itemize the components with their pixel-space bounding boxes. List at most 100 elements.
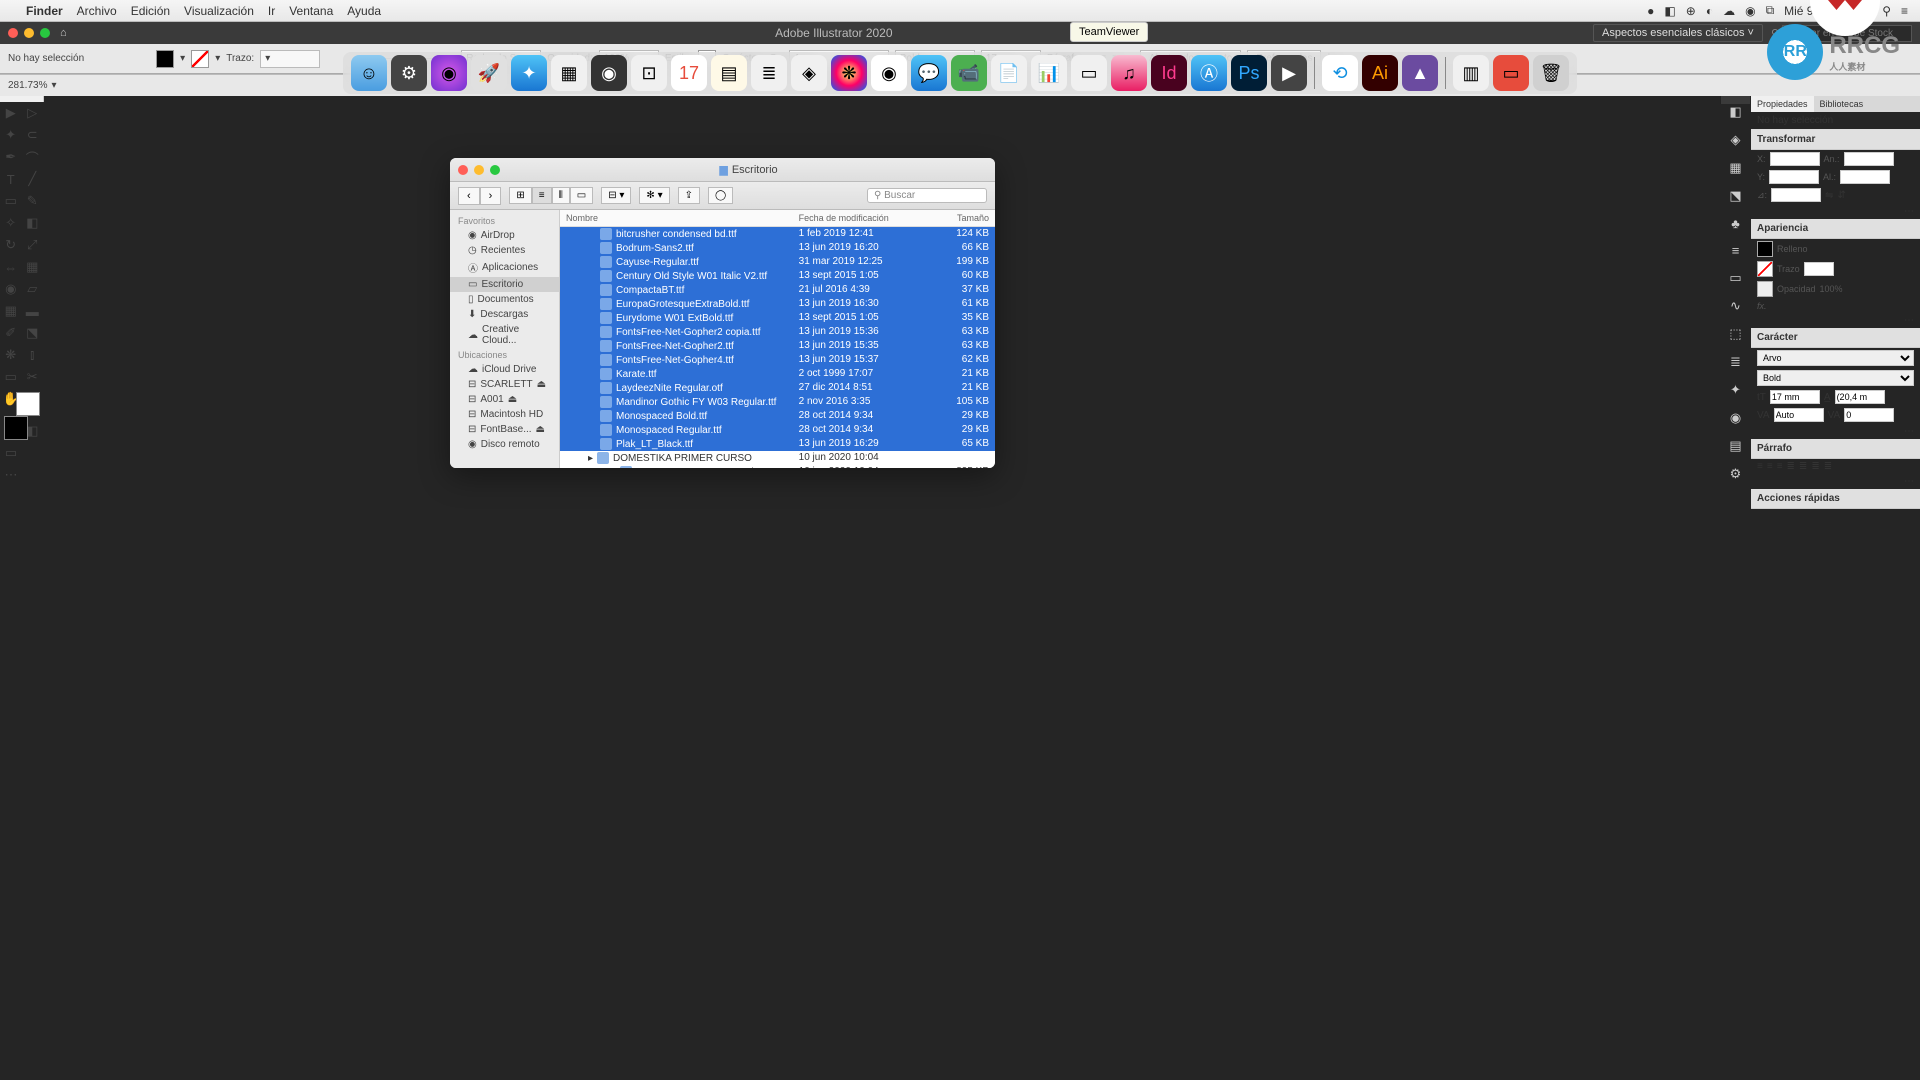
forward-button[interactable]: › — [480, 187, 502, 205]
more-options-icon[interactable]: ⋯ — [1904, 476, 1914, 487]
panel-icon[interactable]: ▦ — [1726, 160, 1746, 176]
justify-center-icon[interactable]: ≣ — [1799, 461, 1807, 472]
appstore-icon[interactable]: Ⓐ — [1191, 55, 1227, 91]
more-options-icon[interactable]: ⋯ — [1904, 426, 1914, 437]
file-row[interactable]: Mandinor Gothic FY W03 Regular.ttf2 nov … — [560, 395, 995, 409]
panel-icon[interactable]: ◧ — [1726, 104, 1746, 120]
file-row[interactable]: Century Old Style W01 Italic V2.ttf13 se… — [560, 269, 995, 283]
tab-properties[interactable]: Propiedades — [1751, 96, 1814, 112]
col-size[interactable]: Tamaño — [926, 213, 989, 223]
graph-tool[interactable]: ⫾ — [22, 344, 44, 366]
menu-visualizacion[interactable]: Visualización — [184, 4, 254, 18]
tracking-input[interactable] — [1844, 408, 1894, 422]
pages-icon[interactable]: 📄 — [991, 55, 1027, 91]
fill-swatch[interactable] — [156, 50, 174, 68]
file-row[interactable]: EuropaGrotesqueExtraBold.ttf13 jun 2019 … — [560, 297, 995, 311]
folder-icon[interactable]: ▭ — [1493, 55, 1529, 91]
sidebar-remote-disk[interactable]: ◉ Disco remoto — [450, 437, 559, 452]
perspective-tool[interactable]: ▱ — [22, 278, 44, 300]
messages-icon[interactable]: 💬 — [911, 55, 947, 91]
sidebar-downloads[interactable]: ⬇ Descargas — [450, 307, 559, 322]
menu-ventana[interactable]: Ventana — [289, 4, 333, 18]
file-row[interactable]: Monospaced Bold.ttf28 oct 2014 9:3429 KB — [560, 409, 995, 423]
pen-tool[interactable]: ✒ — [0, 146, 22, 168]
symbol-sprayer-tool[interactable]: ❋ — [0, 344, 22, 366]
eraser-tool[interactable]: ◧ — [22, 212, 44, 234]
workspace-switcher[interactable]: Aspectos esenciales clásicos ˅ — [1593, 24, 1763, 42]
maps-icon[interactable]: ◈ — [791, 55, 827, 91]
numbers-icon[interactable]: 📊 — [1031, 55, 1067, 91]
stroke-swatch[interactable] — [1757, 261, 1773, 277]
height-input[interactable] — [1840, 170, 1890, 184]
line-tool[interactable]: ╱ — [22, 168, 44, 190]
gradient-tool[interactable]: ▬ — [22, 300, 44, 322]
photos-icon[interactable]: ❋ — [831, 55, 867, 91]
panel-icon[interactable]: ◈ — [1726, 132, 1746, 148]
chevron-down-icon[interactable]: ▾ — [180, 53, 185, 64]
slice-tool[interactable]: ✂ — [22, 366, 44, 388]
status-icon[interactable]: ◉ — [1745, 4, 1755, 18]
file-row[interactable]: bitcrusher condensed bd.ttf1 feb 2019 12… — [560, 227, 995, 241]
status-icon[interactable]: ◧ — [1664, 4, 1675, 18]
tab-libraries[interactable]: Bibliotecas — [1814, 96, 1870, 112]
panel-icon[interactable]: ⬔ — [1726, 188, 1746, 204]
siri-icon[interactable]: ◉ — [431, 55, 467, 91]
indesign-icon[interactable]: Id — [1151, 55, 1187, 91]
menu-archivo[interactable]: Archivo — [77, 4, 117, 18]
share-button[interactable]: ⇪ — [678, 187, 700, 204]
quicktime-icon[interactable]: ▶ — [1271, 55, 1307, 91]
chevron-down-icon[interactable]: ▾ — [51, 80, 56, 91]
launchpad-icon[interactable]: 🚀 — [471, 55, 507, 91]
fill-swatch[interactable] — [1757, 241, 1773, 257]
finder-window-controls[interactable] — [458, 165, 500, 175]
file-row[interactable]: Eurydome W01 ExtBold.ttf13 sept 2015 1:0… — [560, 311, 995, 325]
paintbrush-tool[interactable]: ✎ — [22, 190, 44, 212]
chevron-down-icon[interactable]: ▾ — [215, 53, 220, 64]
notes-icon[interactable]: ▤ — [711, 55, 747, 91]
siri-icon[interactable]: ≡ — [1901, 4, 1908, 18]
folder-icon[interactable]: ▥ — [1453, 55, 1489, 91]
sidebar-applications[interactable]: Ⓐ Aplicaciones — [450, 258, 559, 277]
safari-icon[interactable]: ✦ — [511, 55, 547, 91]
action-button[interactable]: ✻ ▾ — [639, 187, 669, 204]
sidebar-airdrop[interactable]: ◉ AirDrop — [450, 228, 559, 243]
sidebar-recents[interactable]: ◷ Recientes — [450, 243, 559, 258]
x-input[interactable] — [1770, 152, 1820, 166]
sidebar-creative-cloud[interactable]: ☁ Creative Cloud... — [450, 322, 559, 348]
justify-all-icon[interactable]: ≣ — [1824, 461, 1832, 472]
more-options-icon[interactable]: ⋯ — [1904, 315, 1914, 326]
sidebar-documents[interactable]: ▯ Documentos — [450, 292, 559, 307]
file-row[interactable]: FontsFree-Net-Gopher2.ttf13 jun 2019 15:… — [560, 339, 995, 353]
back-button[interactable]: ‹ — [458, 187, 480, 205]
system-prefs-icon[interactable]: ⚙ — [391, 55, 427, 91]
folder-row[interactable]: ▸ DOMESTIKA PRIMER CURSO10 jun 2020 10:0… — [560, 451, 995, 465]
group-button[interactable]: ⊟ ▾ — [601, 187, 631, 204]
lasso-tool[interactable]: ⊂ — [22, 124, 44, 146]
obs-icon[interactable]: ◉ — [591, 55, 627, 91]
app-icon[interactable]: ▦ — [551, 55, 587, 91]
file-row[interactable]: LaydeezNite Regular.otf27 dic 2014 8:512… — [560, 381, 995, 395]
file-row[interactable]: Plak_LT_Black.ttf13 jun 2019 16:2965 KB — [560, 437, 995, 451]
direct-selection-tool[interactable]: ▷ — [22, 102, 44, 124]
reminders-icon[interactable]: ≣ — [751, 55, 787, 91]
panel-icon[interactable]: ⬚ — [1726, 326, 1746, 342]
active-app[interactable]: Finder — [26, 4, 63, 18]
curvature-tool[interactable]: ⌒ — [22, 146, 44, 168]
edit-toolbar-icon[interactable]: ⋯ — [0, 464, 22, 486]
panel-icon[interactable]: ∿ — [1726, 298, 1746, 314]
font-weight-select[interactable]: Bold — [1757, 370, 1914, 386]
rectangle-tool[interactable]: ▭ — [0, 190, 22, 212]
trash-icon[interactable]: 🗑 — [1533, 55, 1569, 91]
file-row[interactable]: FontsFree-Net-Gopher2 copia.ttf13 jun 20… — [560, 325, 995, 339]
finder-file-list[interactable]: NombreFecha de modificaciónTamaño bitcru… — [560, 210, 995, 468]
col-date[interactable]: Fecha de modificación — [799, 213, 926, 223]
rotate-tool[interactable]: ↻ — [0, 234, 22, 256]
icon-view[interactable]: ⊞ — [509, 187, 531, 204]
flip-h-icon[interactable]: ⇋ — [1825, 190, 1833, 201]
folder-row[interactable]: PRIMER DOCUMENTO.ai10 jun 2020 10:04895 … — [560, 465, 995, 468]
keynote-icon[interactable]: ▭ — [1071, 55, 1107, 91]
list-view[interactable]: ≡ — [532, 187, 552, 204]
file-row[interactable]: Monospaced Regular.ttf28 oct 2014 9:3429… — [560, 423, 995, 437]
status-icon[interactable]: ☁ — [1723, 4, 1735, 18]
photoshop-icon[interactable]: Ps — [1231, 55, 1267, 91]
